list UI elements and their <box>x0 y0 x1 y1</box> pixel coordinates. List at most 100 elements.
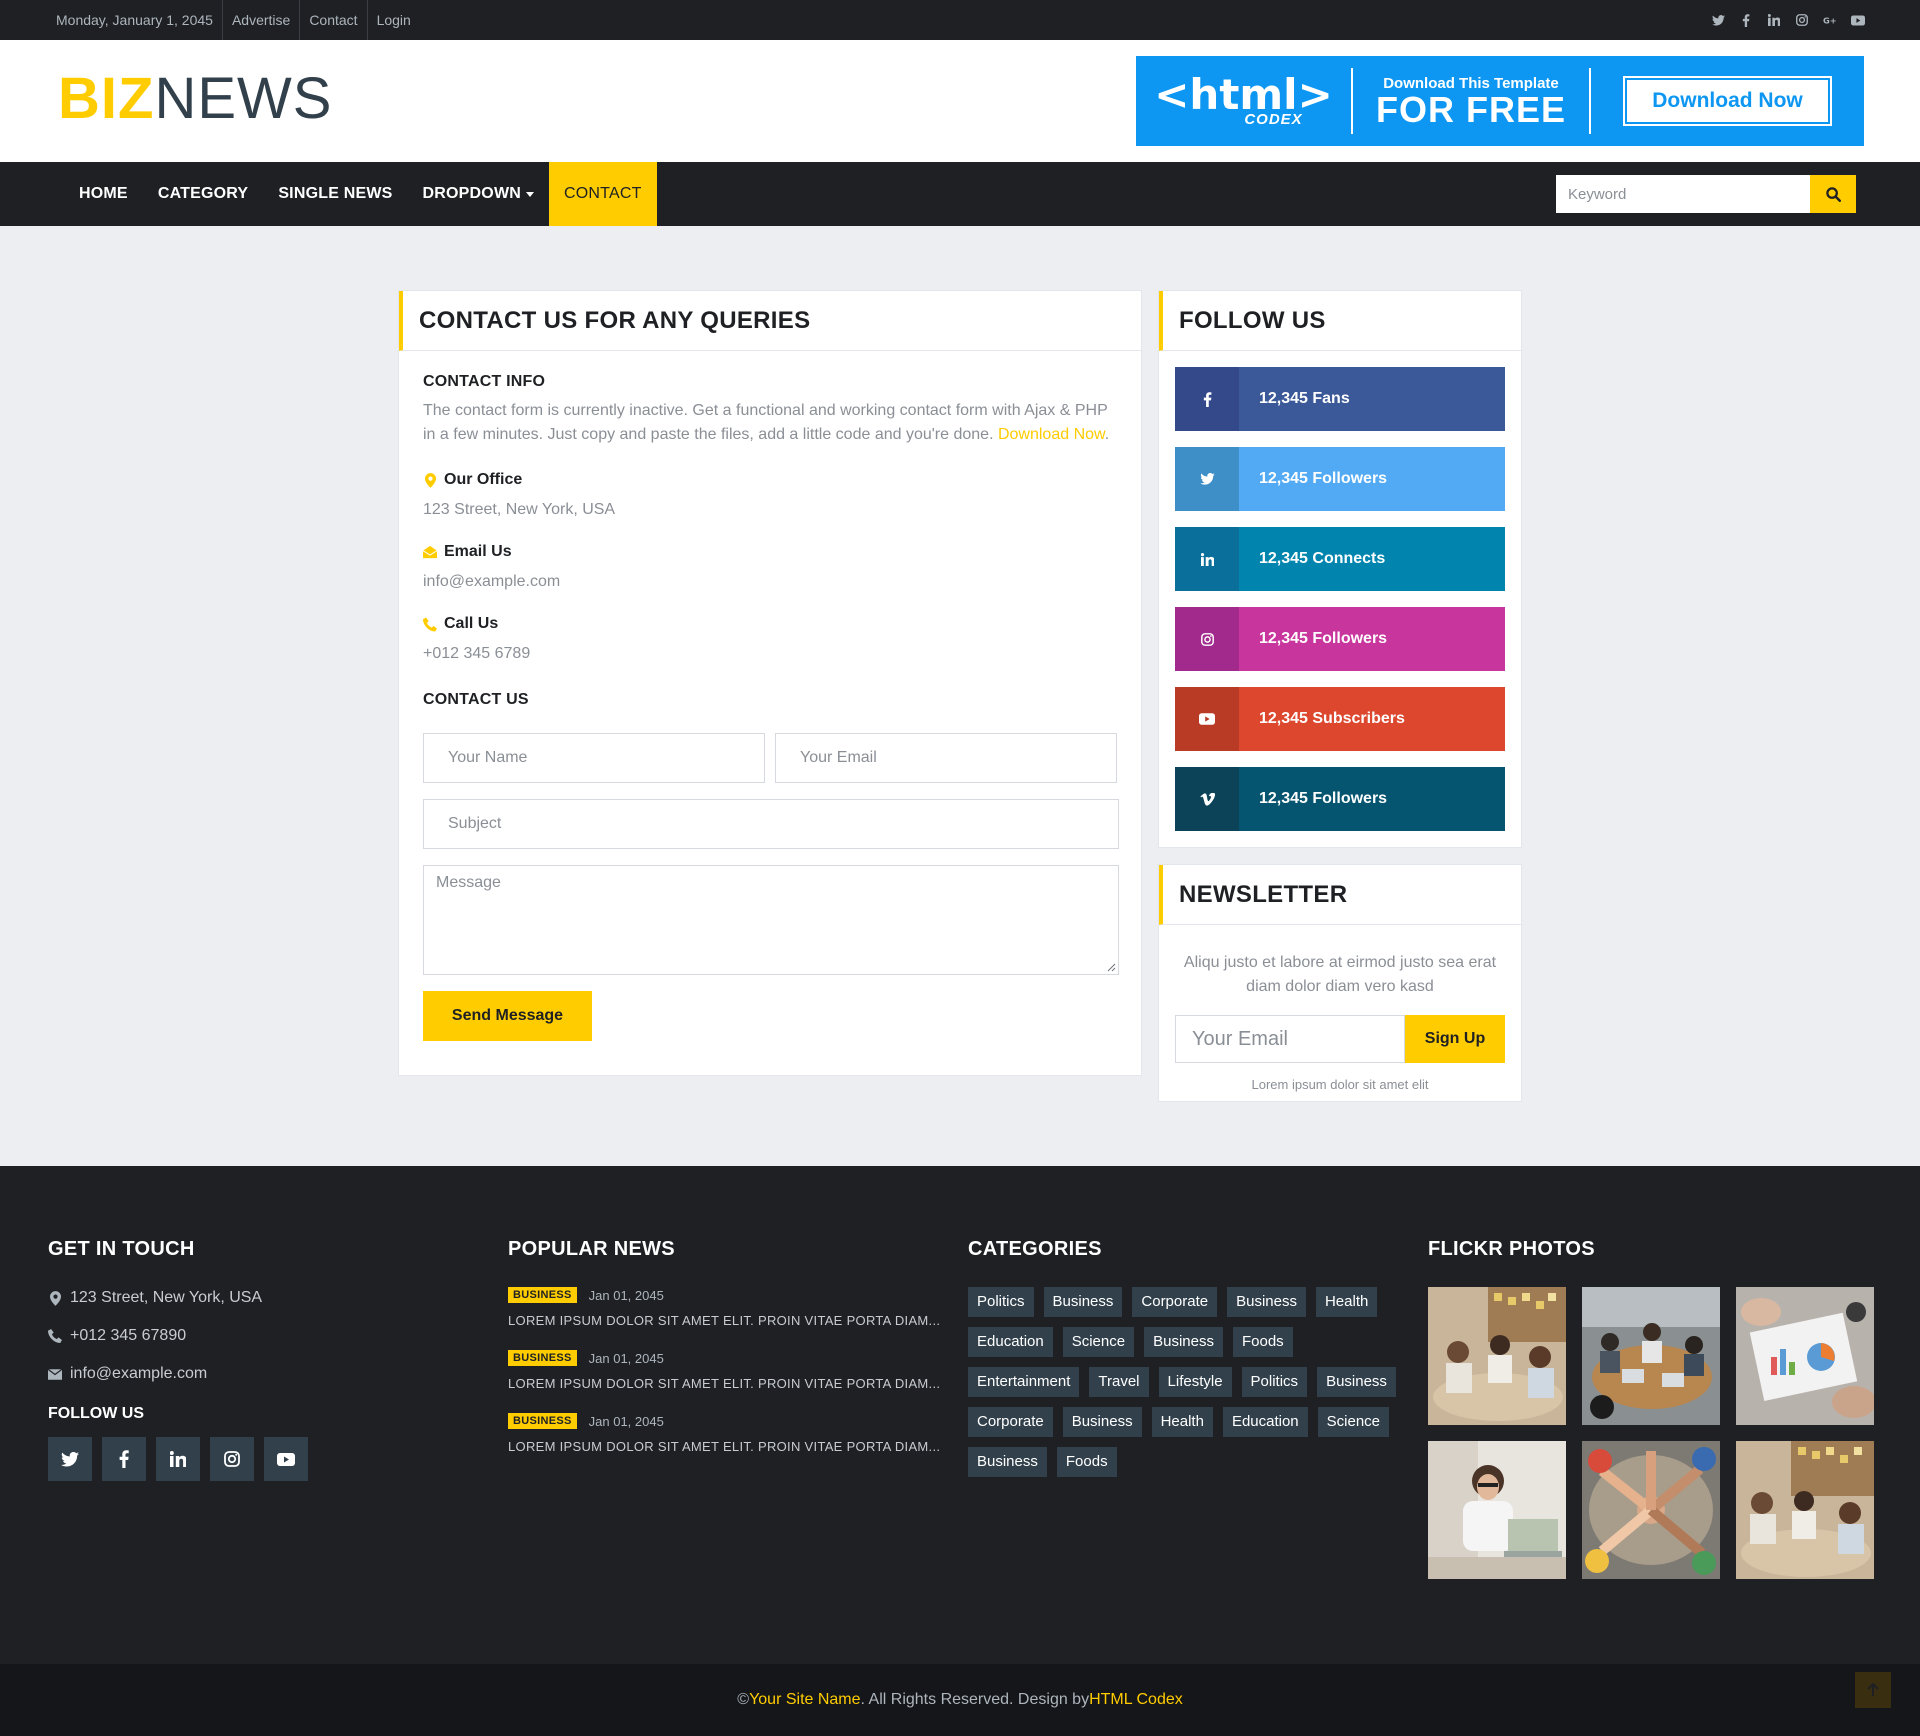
flickr-photo-woman-laptop[interactable] <box>1428 1441 1566 1579</box>
category-tag[interactable]: Entertainment <box>968 1367 1080 1397</box>
category-tag[interactable]: Science <box>1317 1407 1390 1437</box>
footer-phone: +012 345 67890 <box>48 1327 468 1345</box>
search-input[interactable] <box>1556 175 1810 213</box>
youtube-follow-link[interactable]: 12,345 Subscribers <box>1175 687 1505 751</box>
news-title[interactable]: LOREM IPSUM DOLOR SIT AMET ELIT. PROIN V… <box>508 1313 948 1328</box>
back-to-top-button[interactable] <box>1855 1672 1891 1708</box>
name-field[interactable]: Your Name <box>423 733 765 783</box>
instagram-icon <box>1175 607 1239 671</box>
flickr-photo-documents-charts[interactable] <box>1736 1287 1874 1425</box>
category-tag[interactable]: Corporate <box>968 1407 1053 1437</box>
footer-address-text: 123 Street, New York, USA <box>70 1289 263 1306</box>
htmlcodex-logo: <html> CODEX <box>1136 56 1351 146</box>
youtube-icon <box>1175 687 1239 751</box>
nav-home[interactable]: HOME <box>64 162 143 226</box>
flickr-photo-team-meeting[interactable] <box>1428 1287 1566 1425</box>
email-field[interactable]: Your Email <box>775 733 1117 783</box>
send-message-button[interactable]: Send Message <box>423 991 592 1041</box>
footer-twitter-button[interactable] <box>48 1437 92 1481</box>
google-plus-icon[interactable]: G+ <box>1823 13 1837 27</box>
top-social-links: G+ <box>1711 13 1865 27</box>
popular-news-item[interactable]: BUSINESS Jan 01, 2045 LOREM IPSUM DOLOR S… <box>508 1287 948 1328</box>
category-tag[interactable]: Travel <box>1089 1367 1149 1397</box>
popular-news-item[interactable]: BUSINESS Jan 01, 2045 LOREM IPSUM DOLOR S… <box>508 1413 948 1454</box>
nav-contact[interactable]: CONTACT <box>549 162 657 226</box>
footer-linkedin-button[interactable] <box>156 1437 200 1481</box>
twitter-icon[interactable] <box>1711 13 1725 27</box>
subject-field[interactable]: Subject <box>423 799 1119 849</box>
nav-single-news[interactable]: SINGLE NEWS <box>263 162 407 226</box>
footer-popular-news: POPULAR NEWS BUSINESS Jan 01, 2045 LOREM … <box>508 1238 948 1454</box>
email-label: Email Us <box>444 543 512 560</box>
designer-link[interactable]: HTML Codex <box>1089 1691 1183 1709</box>
message-placeholder: Message <box>436 874 501 891</box>
message-textarea[interactable]: Message <box>423 865 1119 975</box>
contact-panel-title: CONTACT US FOR ANY QUERIES <box>399 291 1141 351</box>
nav-category[interactable]: CATEGORY <box>143 162 264 226</box>
footer-email-text: info@example.com <box>70 1365 208 1382</box>
category-tag[interactable]: Business <box>1317 1367 1396 1397</box>
category-tag[interactable]: Science <box>1062 1327 1135 1357</box>
top-bar: Monday, January 1, 2045 Advertise Contac… <box>0 0 1920 40</box>
facebook-follow-link[interactable]: 12,345 Fans <box>1175 367 1505 431</box>
category-tag[interactable]: Health <box>1151 1407 1213 1437</box>
copyright-prefix: © <box>737 1691 750 1708</box>
linkedin-follow-link[interactable]: 12,345 Connects <box>1175 527 1505 591</box>
site-logo[interactable]: BIZNEWS <box>58 70 332 128</box>
category-tag[interactable]: Health <box>1315 1287 1378 1317</box>
search-button[interactable] <box>1810 175 1856 213</box>
category-tag[interactable]: Politics <box>1241 1367 1308 1397</box>
call-heading: Call Us <box>423 615 1117 633</box>
newsletter-email-input[interactable]: Your Email <box>1175 1015 1405 1063</box>
facebook-icon[interactable] <box>1739 13 1753 27</box>
category-tag[interactable]: Business <box>968 1447 1047 1477</box>
category-badge[interactable]: BUSINESS <box>508 1350 577 1366</box>
sign-up-button[interactable]: Sign Up <box>1405 1015 1505 1063</box>
vimeo-follow-link[interactable]: 12,345 Followers <box>1175 767 1505 831</box>
category-tag[interactable]: Foods <box>1232 1327 1293 1357</box>
download-now-link[interactable]: Download Now <box>998 426 1105 443</box>
news-title[interactable]: LOREM IPSUM DOLOR SIT AMET ELIT. PROIN V… <box>508 1439 948 1454</box>
category-tag[interactable]: Education <box>1222 1407 1308 1437</box>
category-tag[interactable]: Education <box>968 1327 1053 1357</box>
site-name-link[interactable]: Your Site Name <box>749 1691 860 1709</box>
office-label: Our Office <box>444 471 523 488</box>
category-tag[interactable]: Corporate <box>1132 1287 1218 1317</box>
footer-instagram-button[interactable] <box>210 1437 254 1481</box>
follow-us-panel: FOLLOW US 12,345 Fans 12,345 Followers 1… <box>1158 290 1522 848</box>
flickr-photo-office-meeting[interactable] <box>1582 1287 1720 1425</box>
nav-dropdown[interactable]: DROPDOWN <box>408 162 549 226</box>
category-badge[interactable]: BUSINESS <box>508 1287 577 1303</box>
category-tag[interactable]: Business <box>1227 1287 1306 1317</box>
top-bar-left: Monday, January 1, 2045 Advertise Contac… <box>48 0 420 40</box>
banner-download-button[interactable]: Download Now <box>1623 76 1832 126</box>
category-tag[interactable]: Politics <box>968 1287 1034 1317</box>
svg-text:G+: G+ <box>1823 15 1837 25</box>
flickr-photo-team-meeting-2[interactable] <box>1736 1441 1874 1579</box>
category-tag[interactable]: Lifestyle <box>1158 1367 1232 1397</box>
category-tag[interactable]: Business <box>1062 1407 1142 1437</box>
instagram-follow-link[interactable]: 12,345 Followers <box>1175 607 1505 671</box>
logo-news: NEWS <box>154 66 333 131</box>
footer-flickr: FLICKR PHOTOS <box>1428 1238 1874 1579</box>
advertise-link[interactable]: Advertise <box>221 0 299 40</box>
footer-youtube-button[interactable] <box>264 1437 308 1481</box>
youtube-icon[interactable] <box>1851 13 1865 27</box>
category-badge[interactable]: BUSINESS <box>508 1413 577 1429</box>
resize-handle-icon[interactable] <box>1107 963 1116 972</box>
flickr-photo-team-hands[interactable] <box>1582 1441 1720 1579</box>
popular-news-item[interactable]: BUSINESS Jan 01, 2045 LOREM IPSUM DOLOR S… <box>508 1350 948 1391</box>
ad-banner[interactable]: <html> CODEX Download This Template FOR … <box>1136 56 1864 146</box>
news-title[interactable]: LOREM IPSUM DOLOR SIT AMET ELIT. PROIN V… <box>508 1376 948 1391</box>
login-link[interactable]: Login <box>366 0 420 40</box>
linkedin-icon[interactable] <box>1767 13 1781 27</box>
category-tags: Politics Business Corporate Business Hea… <box>968 1287 1398 1477</box>
category-tag[interactable]: Business <box>1043 1287 1123 1317</box>
newsletter-form: Your Email Sign Up <box>1175 1015 1505 1063</box>
footer-facebook-button[interactable] <box>102 1437 146 1481</box>
category-tag[interactable]: Foods <box>1056 1447 1117 1477</box>
contact-link[interactable]: Contact <box>299 0 366 40</box>
twitter-follow-link[interactable]: 12,345 Followers <box>1175 447 1505 511</box>
category-tag[interactable]: Business <box>1144 1327 1223 1357</box>
instagram-icon[interactable] <box>1795 13 1809 27</box>
